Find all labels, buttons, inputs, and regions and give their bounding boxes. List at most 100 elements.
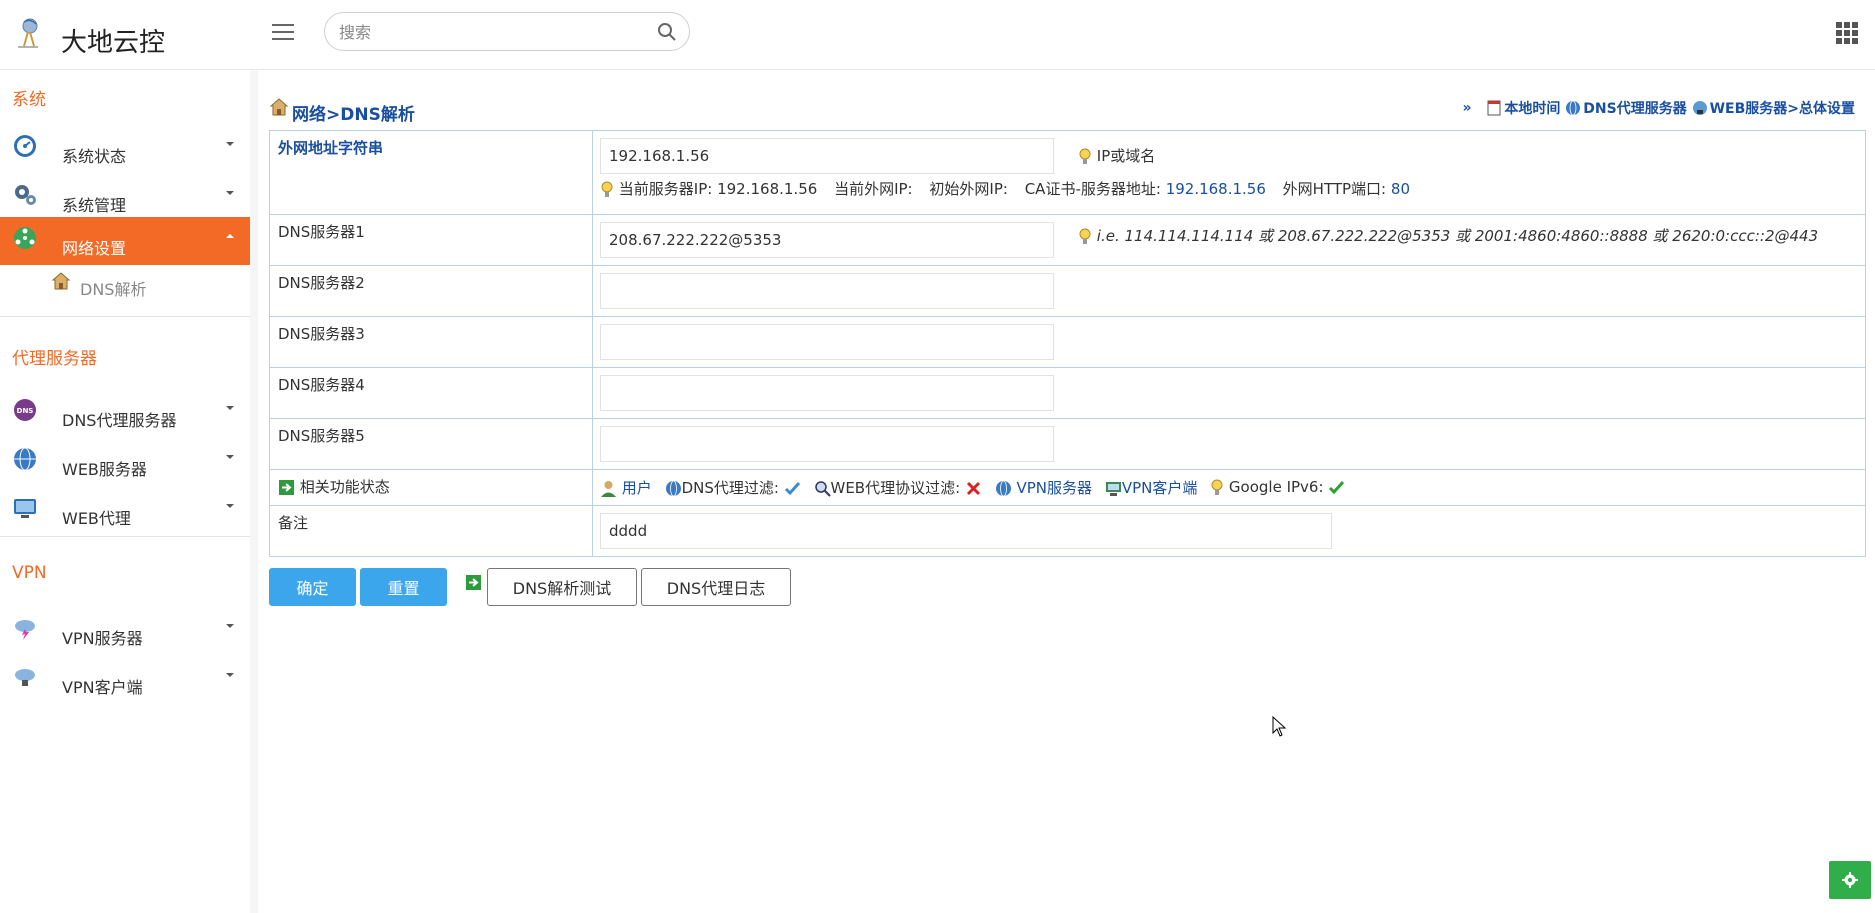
table-row: 外网地址字符串 IP或域名 当前服务器IP: 192.168.1.56 当前外网… bbox=[269, 130, 1866, 215]
gear-icon bbox=[1842, 872, 1858, 888]
chevron-down-icon bbox=[226, 624, 234, 628]
table-row: DNS服务器1 i.e. 114.114.114.114 或 208.67.22… bbox=[269, 214, 1866, 266]
dns1-cell: i.e. 114.114.114.114 或 208.67.222.222@53… bbox=[592, 214, 1866, 266]
settings-button[interactable] bbox=[1829, 861, 1871, 899]
dns5-label: DNS服务器5 bbox=[269, 418, 593, 470]
sidebar-item-vpn-server[interactable]: VPN服务器 bbox=[0, 607, 251, 655]
chevron-up-icon bbox=[226, 234, 234, 238]
quick-links: » 本地时间 DNS代理服务器 WEB服务器>总体设置 bbox=[1462, 98, 1855, 122]
table-row: 相关功能状态 用户 DNS代理过滤: WEB代理协议过滤: VPN服务器 VPN… bbox=[269, 469, 1866, 506]
dns3-input[interactable] bbox=[600, 324, 1054, 360]
search-icon[interactable] bbox=[657, 22, 677, 42]
server-status-line: 当前服务器IP: 192.168.1.56 当前外网IP: 初始外网IP: CA… bbox=[600, 178, 1865, 207]
apps-grid-icon[interactable] bbox=[1836, 22, 1858, 44]
globe-icon bbox=[1566, 100, 1581, 116]
sidebar-item-label: VPN客户端 bbox=[62, 678, 143, 697]
cross-icon bbox=[966, 481, 980, 496]
confirm-button[interactable]: 确定 bbox=[269, 568, 356, 606]
dns-settings-table: 外网地址字符串 IP或域名 当前服务器IP: 192.168.1.56 当前外网… bbox=[269, 130, 1866, 557]
chevron-down-icon bbox=[226, 191, 234, 195]
related-status-cell: 用户 DNS代理过滤: WEB代理协议过滤: VPN服务器 VPN客户端 Goo… bbox=[592, 469, 1866, 506]
dns2-input[interactable] bbox=[600, 273, 1054, 309]
remark-cell bbox=[592, 505, 1866, 557]
bulb-icon bbox=[1079, 228, 1091, 244]
check-brush-icon bbox=[784, 481, 800, 496]
related-vpn-client[interactable]: VPN客户端 bbox=[1105, 477, 1197, 498]
sidebar-divider bbox=[0, 316, 251, 317]
table-row: 备注 bbox=[269, 505, 1866, 557]
wan-hint: IP或域名 bbox=[1078, 145, 1155, 166]
search-input[interactable] bbox=[339, 21, 639, 43]
related-status-label: 相关功能状态 bbox=[269, 469, 593, 506]
wan-address-label: 外网地址字符串 bbox=[269, 130, 593, 215]
sidebar-item-label: VPN服务器 bbox=[62, 629, 143, 648]
link-web-server-settings[interactable]: WEB服务器>总体设置 bbox=[1692, 98, 1855, 118]
http-port-link[interactable]: 80 bbox=[1391, 180, 1410, 198]
reset-button[interactable]: 重置 bbox=[360, 568, 447, 606]
sidebar-item-web-proxy[interactable]: WEB代理 bbox=[0, 487, 251, 535]
top-header: 大地云控 bbox=[0, 0, 1875, 70]
menu-toggle-icon[interactable] bbox=[272, 24, 296, 44]
gears-icon bbox=[15, 185, 36, 205]
dns4-cell bbox=[592, 367, 1866, 419]
sidebar-item-web-server[interactable]: WEB服务器 bbox=[0, 438, 251, 486]
dns1-input[interactable] bbox=[600, 222, 1054, 258]
dns1-label: DNS服务器1 bbox=[269, 214, 593, 266]
dashboard-icon bbox=[14, 135, 36, 157]
computer-icon bbox=[1105, 482, 1121, 496]
related-dns-filter: DNS代理过滤: bbox=[665, 477, 801, 498]
remark-label: 备注 bbox=[269, 505, 593, 557]
cloud-lightning-icon bbox=[15, 620, 35, 640]
sidebar-item-network-settings[interactable]: 网络设置 bbox=[0, 217, 251, 265]
search-box bbox=[324, 12, 690, 51]
dns-hint: i.e. 114.114.114.114 或 208.67.222.222@53… bbox=[1078, 225, 1818, 246]
related-user[interactable]: 用户 bbox=[600, 477, 652, 498]
table-row: DNS服务器3 bbox=[269, 316, 1866, 368]
cloud-client-icon bbox=[15, 669, 35, 686]
link-dns-proxy[interactable]: DNS代理服务器 bbox=[1565, 98, 1687, 118]
dns4-label: DNS服务器4 bbox=[269, 367, 593, 419]
house-icon bbox=[270, 98, 288, 116]
chevron-down-icon bbox=[226, 455, 234, 459]
dns4-input[interactable] bbox=[600, 375, 1054, 411]
dns3-label: DNS服务器3 bbox=[269, 316, 593, 368]
globe-icon bbox=[995, 480, 1011, 497]
link-local-time[interactable]: 本地时间 bbox=[1486, 98, 1560, 118]
sidebar-item-label: WEB服务器 bbox=[62, 460, 147, 479]
sidebar-item-vpn-client[interactable]: VPN客户端 bbox=[0, 656, 251, 704]
sidebar-section-vpn: VPN bbox=[12, 563, 47, 583]
proxy-icon bbox=[14, 499, 36, 518]
sidebar-item-label: DNS代理服务器 bbox=[62, 411, 177, 430]
app-title: 大地云控 bbox=[61, 28, 166, 58]
dns3-cell bbox=[592, 316, 1866, 368]
magnifier-icon bbox=[814, 481, 831, 497]
wan-address-cell: IP或域名 当前服务器IP: 192.168.1.56 当前外网IP: 初始外网… bbox=[592, 130, 1866, 215]
table-row: DNS服务器5 bbox=[269, 418, 1866, 470]
sidebar-item-system-management[interactable]: 系统管理 bbox=[0, 174, 251, 222]
related-web-filter: WEB代理协议过滤: bbox=[814, 477, 982, 498]
table-row: DNS服务器4 bbox=[269, 367, 1866, 419]
dns2-label: DNS服务器2 bbox=[269, 265, 593, 317]
related-google-ipv6: Google IPv6: bbox=[1210, 478, 1345, 497]
bulb-icon bbox=[601, 181, 613, 197]
chevron-down-icon bbox=[226, 504, 234, 508]
sidebar-section-proxy: 代理服务器 bbox=[12, 349, 97, 369]
ca-address-link[interactable]: 192.168.1.56 bbox=[1166, 180, 1266, 198]
quick-links-prefix: » bbox=[1462, 100, 1472, 116]
dns5-input[interactable] bbox=[600, 426, 1054, 462]
sidebar-item-dns-proxy[interactable]: DNS DNS代理服务器 bbox=[0, 389, 251, 437]
dns-test-button[interactable]: DNS解析测试 bbox=[487, 568, 637, 606]
arrow-right-icon bbox=[466, 575, 481, 590]
sidebar-divider bbox=[0, 536, 251, 537]
related-vpn-server[interactable]: VPN服务器 bbox=[995, 477, 1092, 498]
svg-text:DNS: DNS bbox=[17, 407, 34, 415]
remark-input[interactable] bbox=[600, 513, 1332, 549]
dns-icon: DNS bbox=[14, 399, 36, 421]
user-icon bbox=[601, 481, 616, 497]
www-icon bbox=[14, 447, 36, 471]
wan-address-input[interactable] bbox=[600, 138, 1054, 174]
dns-log-button[interactable]: DNS代理日志 bbox=[641, 568, 791, 606]
checkmark-icon bbox=[1329, 481, 1345, 495]
web-server-icon bbox=[1692, 101, 1707, 115]
sidebar-item-system-status[interactable]: 系统状态 bbox=[0, 125, 251, 173]
